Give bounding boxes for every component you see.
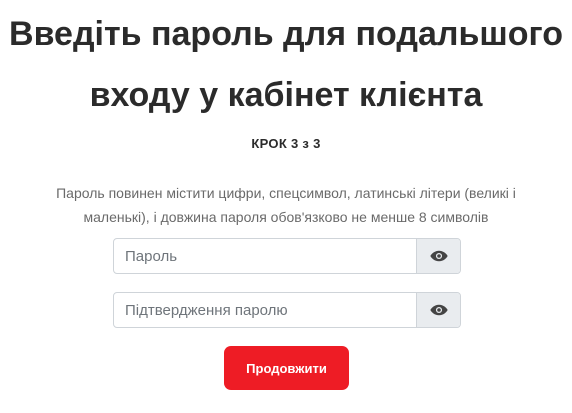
page-title-line2: входу у кабінет клієнта — [89, 76, 483, 114]
eye-icon — [429, 250, 448, 262]
hint-line1: Пароль повинен містити цифри, спецсимвол… — [56, 185, 516, 201]
password-setup-page: Введіть пароль для подальшого входу у ка… — [0, 0, 572, 413]
continue-button[interactable]: Продовжити — [224, 346, 349, 390]
hint-line2: маленькі), і довжина пароля обов'язково … — [83, 209, 489, 225]
password-requirements-hint: Пароль повинен містити цифри, спецсимвол… — [16, 181, 556, 229]
show-confirm-password-button[interactable] — [416, 293, 460, 327]
confirm-password-input[interactable] — [114, 293, 416, 327]
confirm-password-field-group — [113, 292, 461, 328]
password-field-group — [113, 238, 461, 274]
page-title: Введіть пароль для подальшого входу у ка… — [0, 0, 572, 126]
eye-icon — [429, 304, 448, 316]
step-indicator: КРОК 3 з 3 — [251, 136, 321, 151]
password-input[interactable] — [114, 239, 416, 273]
page-title-line1: Введіть пароль для подальшого — [9, 15, 563, 53]
show-password-button[interactable] — [416, 239, 460, 273]
